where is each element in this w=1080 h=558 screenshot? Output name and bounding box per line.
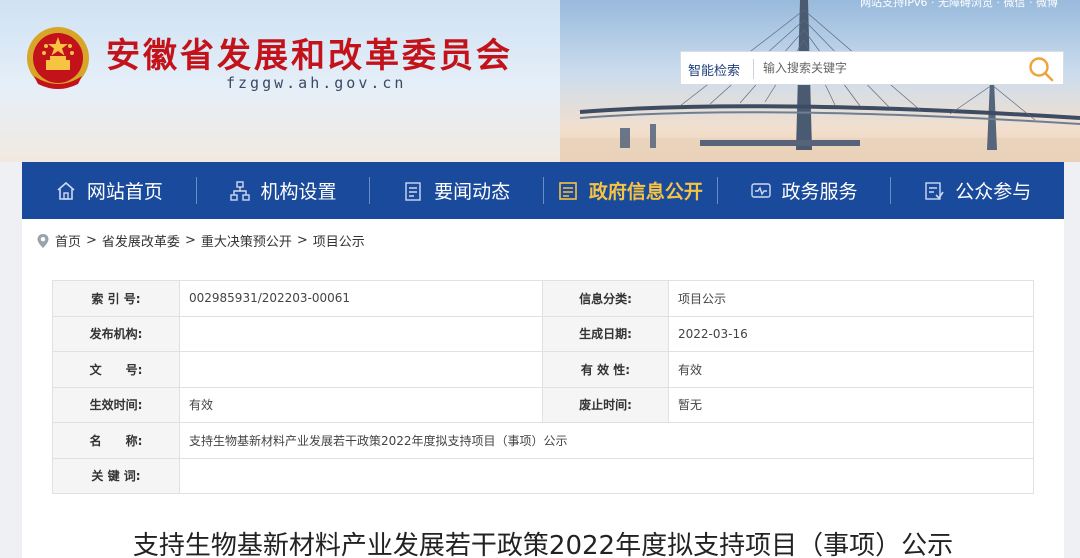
validity-value: 有效 — [668, 351, 1034, 388]
docno-value — [179, 351, 543, 388]
index-label: 索 引 号: — [52, 280, 180, 317]
participation-icon — [925, 181, 944, 200]
breadcrumb-ndrc[interactable]: 省发展改革委 — [102, 231, 180, 250]
nav-item-service[interactable]: 政务服务 — [716, 162, 891, 219]
org-chart-icon — [229, 180, 250, 201]
national-emblem-icon — [27, 27, 89, 89]
category-value: 项目公示 — [668, 280, 1034, 317]
site-domain: fzggw.ah.gov.cn — [226, 74, 407, 92]
info-metadata-table: 索 引 号: 002985931/202203-00061 信息分类: 项目公示… — [52, 280, 1034, 494]
nav-item-participation[interactable]: 公众参与 — [890, 162, 1064, 219]
effective-value: 有效 — [179, 386, 543, 423]
home-icon — [57, 181, 75, 200]
top-links[interactable]: 网站支持IPv6 · 无障碍浏览 · 微信 · 微博 — [860, 0, 1058, 9]
publisher-value — [179, 315, 543, 352]
name-value: 支持生物基新材料产业发展若干政策2022年度拟支持项目（事项）公示 — [179, 422, 1034, 459]
nav-item-news[interactable]: 要闻动态 — [369, 162, 543, 219]
validity-label: 有 效 性: — [542, 351, 669, 388]
site-title[interactable]: 安徽省发展和改革委员会 — [106, 28, 513, 77]
nav-item-label: 网站首页 — [86, 181, 163, 203]
name-label: 名 称: — [52, 422, 180, 459]
table-row: 发布机构: 生成日期: 2022-03-16 — [52, 315, 1034, 352]
expiry-value: 暂无 — [668, 386, 1034, 423]
breadcrumb-project-notice[interactable]: 项目公示 — [313, 231, 365, 250]
breadcrumb-separator: > — [296, 233, 308, 248]
breadcrumb: 首页 > 省发展改革委 > 重大决策预公开 > 项目公示 — [36, 231, 365, 250]
nav-item-label: 机构设置 — [260, 181, 337, 203]
search-box: 智能检索 — [680, 51, 1064, 85]
search-icon[interactable] — [1027, 55, 1055, 83]
table-row: 生效时间: 有效 废止时间: 暂无 — [52, 386, 1034, 423]
breadcrumb-separator: > — [86, 233, 97, 248]
nav-item-label: 政务服务 — [781, 181, 858, 203]
expiry-label: 废止时间: — [542, 386, 669, 423]
category-label: 信息分类: — [542, 280, 669, 317]
info-disclosure-icon — [559, 181, 577, 200]
keywords-value — [179, 457, 1034, 494]
table-row: 关 键 词: — [52, 457, 1034, 494]
nav-item-org[interactable]: 机构设置 — [195, 162, 370, 219]
breadcrumb-separator: > — [184, 233, 196, 248]
nav-item-home[interactable]: 网站首页 — [22, 162, 196, 219]
breadcrumb-decision-preview[interactable]: 重大决策预公开 — [201, 231, 292, 250]
content-area: 首页 > 省发展改革委 > 重大决策预公开 > 项目公示 索 引 号: 0029… — [22, 219, 1064, 558]
main-nav: 网站首页 机构设置 要闻动态 政府信息公开 政务服务 公众参与 — [22, 162, 1064, 219]
docno-label: 文 号: — [52, 351, 180, 388]
nav-item-label: 公众参与 — [955, 181, 1032, 203]
search-label[interactable]: 智能检索 — [688, 60, 740, 79]
table-row: 文 号: 有 效 性: 有效 — [52, 351, 1034, 388]
breadcrumb-home[interactable]: 首页 — [55, 231, 81, 250]
document-title: 支持生物基新材料产业发展若干政策2022年度拟支持项目（事项）公示 — [132, 531, 954, 558]
table-row: 索 引 号: 002985931/202203-00061 信息分类: 项目公示 — [52, 280, 1034, 317]
index-value: 002985931/202203-00061 — [179, 280, 543, 317]
site-header: 网站支持IPv6 · 无障碍浏览 · 微信 · 微博 安徽省发展和改革委员会 f… — [0, 0, 1080, 162]
search-divider — [753, 59, 754, 79]
effective-label: 生效时间: — [52, 386, 180, 423]
publisher-label: 发布机构: — [52, 315, 180, 352]
service-icon — [750, 182, 771, 198]
news-icon — [405, 181, 421, 201]
location-pin-icon — [37, 233, 49, 248]
nav-item-label: 要闻动态 — [434, 181, 511, 203]
table-row: 名 称: 支持生物基新材料产业发展若干政策2022年度拟支持项目（事项）公示 — [52, 422, 1034, 459]
search-input[interactable] — [763, 57, 1013, 79]
nav-item-label: 政府信息公开 — [588, 181, 703, 203]
nav-item-info-disclosure[interactable]: 政府信息公开 — [543, 162, 717, 219]
date-value: 2022-03-16 — [668, 315, 1034, 352]
keywords-label: 关 键 词: — [52, 457, 180, 494]
date-label: 生成日期: — [542, 315, 669, 352]
